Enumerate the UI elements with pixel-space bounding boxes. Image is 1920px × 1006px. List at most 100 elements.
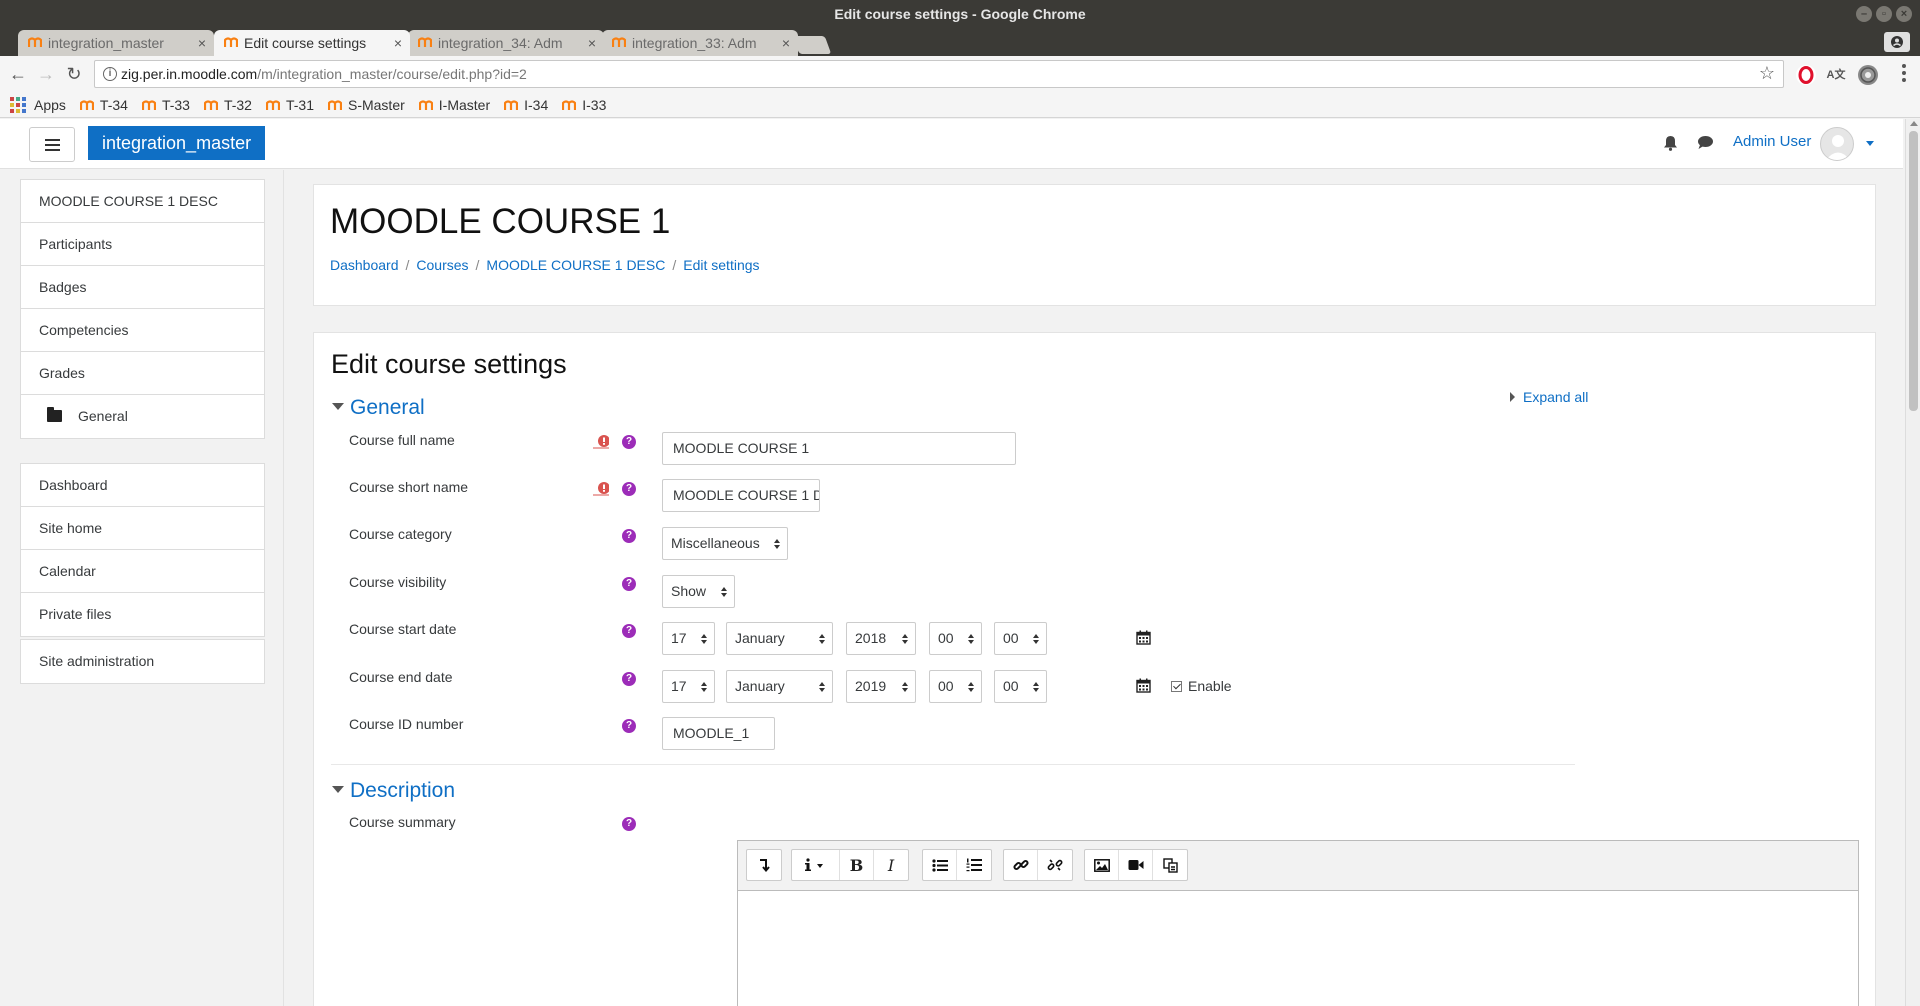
idnumber-input[interactable]: MOODLE_1 [662, 717, 775, 750]
section-general-header[interactable]: General [332, 396, 425, 420]
enable-checkbox[interactable] [1171, 680, 1182, 692]
editor-content-area[interactable] [738, 891, 1858, 1006]
drawer-item-calendar[interactable]: Calendar [21, 550, 264, 593]
startdate-minute-select[interactable]: 00 [994, 622, 1047, 655]
select-arrows-icon [1033, 634, 1039, 644]
drawer-toggle-button[interactable] [29, 127, 75, 162]
user-avatar[interactable] [1820, 127, 1854, 161]
bookmark-item[interactable]: T-31 [265, 97, 314, 113]
drawer-item-participants[interactable]: Participants [21, 223, 264, 266]
close-window-icon[interactable]: × [1896, 6, 1912, 22]
italic-icon[interactable]: I [874, 850, 908, 880]
translate-extension-icon[interactable]: A文 [1826, 65, 1846, 85]
drawer-item-badges[interactable]: Badges [21, 266, 264, 309]
messages-icon[interactable] [1697, 135, 1714, 150]
toggle-toolbar-icon[interactable] [747, 850, 781, 880]
expand-all-link[interactable]: Expand all [1510, 389, 1588, 405]
bookmark-star-icon[interactable]: ☆ [1759, 63, 1775, 84]
enddate-month-select[interactable]: January [726, 670, 833, 703]
tab-close-icon[interactable]: × [782, 30, 790, 56]
help-icon[interactable]: ? [622, 817, 636, 831]
tab-close-icon[interactable]: × [394, 30, 402, 56]
help-icon[interactable]: ? [622, 624, 636, 638]
help-icon[interactable]: ? [622, 719, 636, 733]
image-icon[interactable] [1085, 850, 1119, 880]
section-description-header[interactable]: Description [332, 779, 455, 803]
enddate-minute-select[interactable]: 00 [994, 670, 1047, 703]
reload-icon[interactable]: ↻ [62, 62, 86, 86]
tab-integration-34[interactable]: integration_34: Adm × [408, 30, 604, 56]
back-icon[interactable]: ← [6, 62, 30, 86]
help-icon[interactable]: ? [622, 672, 636, 686]
help-icon[interactable]: ? [622, 577, 636, 591]
bookmark-item[interactable]: I-Master [418, 97, 490, 113]
breadcrumb-dashboard[interactable]: Dashboard [330, 257, 399, 273]
page-scrollbar[interactable] [1905, 119, 1920, 1006]
drawer-item-grades[interactable]: Grades [21, 352, 264, 395]
drawer-item-course[interactable]: MOODLE COURSE 1 DESC [21, 180, 264, 223]
enddate-hour-select[interactable]: 00 [929, 670, 982, 703]
user-name[interactable]: Admin User [1733, 133, 1811, 150]
link-icon[interactable] [1004, 850, 1038, 880]
startdate-hour-select[interactable]: 00 [929, 622, 982, 655]
breadcrumb-course[interactable]: MOODLE COURSE 1 DESC [486, 257, 665, 273]
settings-extension-icon[interactable] [1858, 65, 1878, 85]
new-tab-button[interactable] [792, 36, 832, 54]
moodle-favicon [141, 99, 156, 111]
startdate-month-select[interactable]: January [726, 622, 833, 655]
enddate-year-select[interactable]: 2019 [846, 670, 916, 703]
tab-integration-master[interactable]: integration_master × [18, 30, 214, 56]
shortname-input[interactable]: MOODLE COURSE 1 DESC [662, 479, 820, 512]
drawer-item-site-administration[interactable]: Site administration [21, 640, 264, 683]
calendar-icon[interactable] [1136, 630, 1151, 645]
drawer-item-competencies[interactable]: Competencies [21, 309, 264, 352]
bookmark-item[interactable]: T-34 [79, 97, 128, 113]
forward-icon[interactable]: → [34, 62, 58, 86]
tab-close-icon[interactable]: × [198, 30, 206, 56]
drawer-item-general[interactable]: General [21, 395, 264, 438]
chrome-menu-icon[interactable] [1902, 64, 1906, 85]
bookmark-item[interactable]: T-32 [203, 97, 252, 113]
notifications-bell-icon[interactable] [1663, 135, 1678, 151]
breadcrumb-courses[interactable]: Courses [416, 257, 468, 273]
drawer-item-dashboard[interactable]: Dashboard [21, 464, 264, 507]
breadcrumb-edit-settings[interactable]: Edit settings [683, 257, 759, 273]
visibility-select[interactable]: Show [662, 575, 735, 608]
bookmark-item[interactable]: I-34 [504, 97, 548, 113]
site-brand[interactable]: integration_master [88, 126, 266, 160]
unordered-list-icon[interactable] [923, 850, 957, 880]
scrollbar-thumb[interactable] [1909, 131, 1918, 411]
category-select[interactable]: Miscellaneous [662, 527, 788, 560]
calendar-icon[interactable] [1136, 678, 1151, 693]
maximize-icon[interactable]: ▫ [1876, 6, 1892, 22]
bookmark-item[interactable]: I-33 [562, 97, 606, 113]
enddate-enable[interactable]: Enable [1171, 678, 1232, 694]
startdate-day-select[interactable]: 17 [662, 622, 715, 655]
profile-icon[interactable] [1884, 32, 1910, 52]
minimize-icon[interactable]: – [1856, 6, 1872, 22]
enddate-day-select[interactable]: 17 [662, 670, 715, 703]
help-icon[interactable]: ? [622, 482, 636, 496]
bookmark-item[interactable]: S-Master [327, 97, 405, 113]
help-icon[interactable]: ? [622, 529, 636, 543]
bold-icon[interactable]: B [840, 850, 874, 880]
startdate-year-select[interactable]: 2018 [846, 622, 916, 655]
tab-integration-33[interactable]: integration_33: Adm × [602, 30, 798, 56]
fullname-input[interactable]: MOODLE COURSE 1 [662, 432, 1016, 465]
file-manager-icon[interactable] [1153, 850, 1187, 880]
bookmark-apps[interactable]: Apps [10, 96, 66, 113]
unlink-icon[interactable] [1038, 850, 1072, 880]
site-info-icon[interactable]: i [103, 67, 117, 81]
help-icon[interactable]: ? [622, 435, 636, 449]
ordered-list-icon[interactable] [957, 850, 991, 880]
bookmark-item[interactable]: T-33 [141, 97, 190, 113]
info-icon[interactable] [792, 850, 840, 880]
drawer-item-site-home[interactable]: Site home [21, 507, 264, 550]
tab-edit-course-settings[interactable]: Edit course settings × [214, 30, 410, 56]
video-icon[interactable] [1119, 850, 1153, 880]
address-bar[interactable]: i zig.per.in.moodle.com/m/integration_ma… [94, 60, 1784, 88]
opera-extension-icon[interactable] [1796, 65, 1816, 85]
tab-close-icon[interactable]: × [588, 30, 596, 56]
drawer-item-private-files[interactable]: Private files [21, 593, 264, 636]
user-menu-caret-icon[interactable] [1866, 141, 1874, 146]
